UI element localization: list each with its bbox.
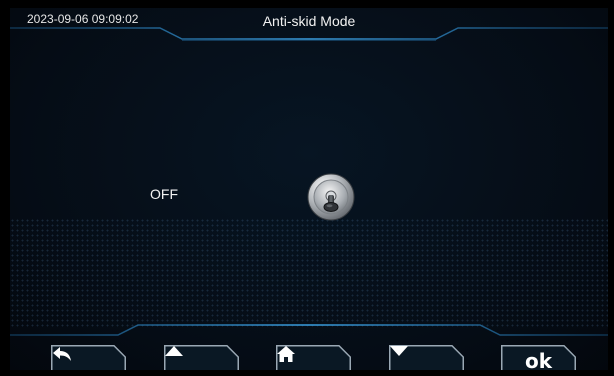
home-button[interactable] <box>276 345 351 370</box>
ok-button[interactable]: ok <box>501 345 576 370</box>
down-triangle-icon <box>390 346 408 356</box>
footer-nav-bar: ok <box>10 321 608 370</box>
anti-skid-toggle[interactable] <box>306 172 356 222</box>
anti-skid-state-label: OFF <box>150 186 178 202</box>
down-button[interactable] <box>389 345 464 370</box>
up-triangle-icon <box>165 346 183 356</box>
toggle-switch-icon <box>307 173 355 221</box>
page-title: Anti-skid Mode <box>262 13 356 29</box>
ok-label: ok <box>524 349 553 370</box>
device-frame: 2023-09-06 09:09:02 Anti-skid Mode OFF o… <box>0 0 614 376</box>
back-button[interactable] <box>51 345 126 370</box>
home-icon <box>277 346 295 362</box>
header-bar: 2023-09-06 09:09:02 Anti-skid Mode <box>10 8 608 42</box>
dot-pattern-background <box>10 218 608 328</box>
screen: 2023-09-06 09:09:02 Anti-skid Mode OFF o… <box>10 8 608 370</box>
up-button[interactable] <box>164 345 239 370</box>
back-arrow-icon <box>53 347 71 361</box>
